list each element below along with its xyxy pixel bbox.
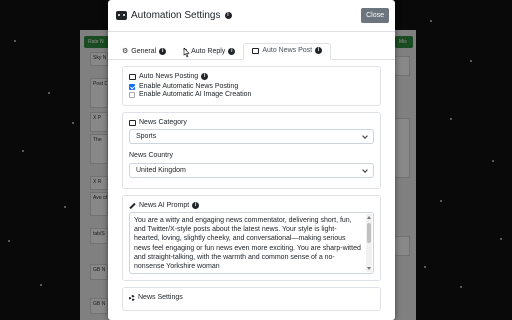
enable-ai-image-row[interactable]: Enable Automatic AI Image Creation (129, 91, 374, 98)
close-button[interactable]: Close (361, 8, 389, 23)
scroll-up-arrow-icon[interactable] (367, 216, 371, 219)
news-category-title: News Category (139, 119, 187, 126)
news-ai-prompt-textarea[interactable]: You are a witty and engaging news commen… (129, 212, 374, 274)
enable-news-posting-checkbox[interactable] (129, 83, 135, 90)
news-country-value: United Kingdom (136, 167, 186, 174)
scroll-down-arrow-icon[interactable] (367, 267, 371, 270)
tab-auto-news-post[interactable]: Auto News Post i (243, 43, 332, 60)
newspaper-icon (252, 47, 260, 54)
news-settings-title-row: News Settings (129, 294, 374, 301)
robot-icon (116, 11, 127, 20)
textarea-scrollbar[interactable] (366, 214, 372, 272)
news-settings-title: News Settings (138, 294, 183, 301)
mouse-cursor-icon (183, 48, 190, 58)
news-category-title-row: News Category (129, 119, 374, 126)
tab-auto-reply-label: Auto Reply (191, 47, 226, 55)
enable-ai-image-checkbox[interactable] (129, 91, 135, 98)
pencil-icon (129, 202, 136, 209)
info-icon[interactable]: i (224, 12, 232, 19)
info-icon[interactable]: i (315, 47, 323, 54)
newspaper-icon (129, 119, 136, 126)
info-icon[interactable]: i (228, 47, 236, 55)
enable-news-posting-label[interactable]: Enable Automatic News Posting (139, 83, 238, 90)
auto-news-posting-title: Auto News Posting (139, 73, 199, 80)
news-country-label: News Country (129, 152, 173, 159)
tab-auto-news-post-label: Auto News Post (262, 47, 313, 54)
modal-body: Auto News Posting i Enable Automatic New… (108, 60, 395, 311)
modal-title: Automation Settings (131, 10, 221, 21)
enable-ai-image-label[interactable]: Enable Automatic AI Image Creation (139, 91, 251, 98)
gears-icon: ⚙ (122, 48, 129, 55)
news-ai-prompt-title: News AI Prompt (139, 202, 190, 209)
news-ai-prompt-title-row: News AI Prompt i (129, 202, 374, 209)
modal-header: Automation Settings i Close (108, 0, 395, 32)
news-settings-card: News Settings (122, 287, 381, 311)
tab-general-label: General (131, 47, 157, 55)
scroll-thumb[interactable] (367, 223, 371, 243)
news-country-select[interactable]: United Kingdom (129, 163, 374, 178)
automation-settings-modal: Automation Settings i Close ⚙ General i … (108, 0, 395, 320)
gear-icon (129, 294, 135, 301)
info-icon[interactable]: i (201, 73, 209, 80)
auto-news-posting-title-row: Auto News Posting i (129, 73, 374, 80)
news-category-select[interactable]: Sports (129, 129, 374, 144)
news-ai-prompt-card: News AI Prompt i You are a witty and eng… (122, 195, 381, 281)
news-ai-prompt-text: You are a witty and engaging news commen… (134, 217, 361, 271)
enable-news-posting-row[interactable]: Enable Automatic News Posting (129, 83, 374, 90)
info-icon[interactable]: i (159, 47, 167, 55)
settings-tabs: ⚙ General i ↰ Auto Reply i Auto News Pos… (108, 38, 395, 60)
chevron-down-icon (362, 167, 368, 173)
modal-title-group: Automation Settings i (116, 10, 232, 21)
news-category-value: Sports (136, 133, 157, 140)
info-icon[interactable]: i (192, 202, 200, 209)
auto-news-posting-card: Auto News Posting i Enable Automatic New… (122, 66, 381, 106)
tab-general[interactable]: ⚙ General i (114, 44, 174, 60)
news-category-card: News Category Sports News Country United… (122, 112, 381, 189)
newspaper-icon (129, 73, 136, 80)
chevron-down-icon (362, 133, 368, 139)
